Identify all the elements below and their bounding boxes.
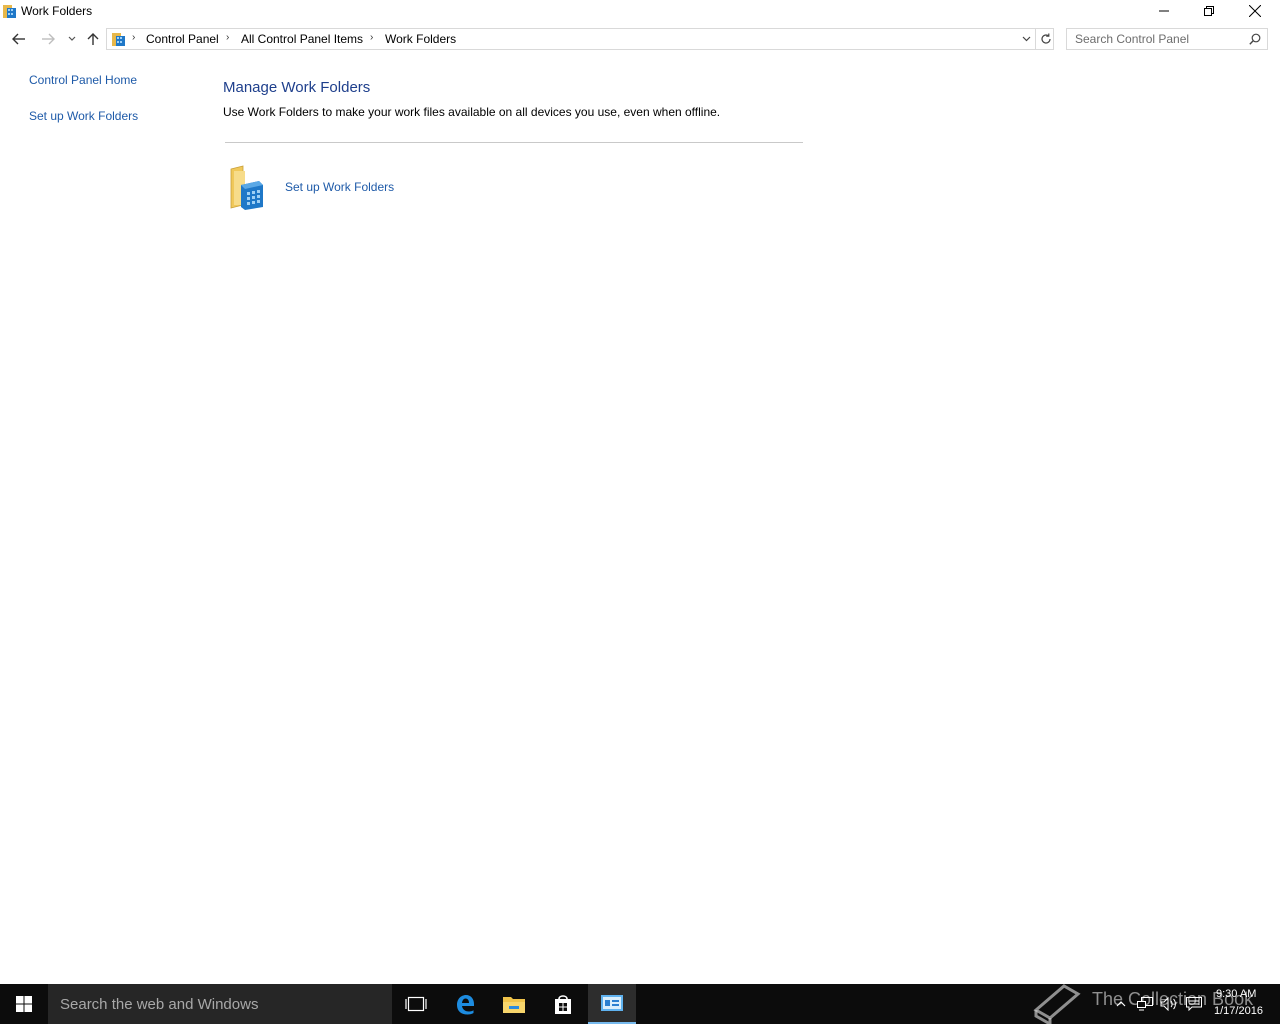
- chevron-up-icon: [1116, 1001, 1126, 1007]
- watermark-book-icon: [1033, 984, 1081, 1024]
- action-center-button[interactable]: [1185, 996, 1203, 1012]
- breadcrumb-control-panel[interactable]: Control Panel: [146, 32, 219, 46]
- task-view-button[interactable]: [392, 984, 440, 1024]
- up-arrow-icon: [87, 33, 99, 45]
- clock-date[interactable]: 1/17/2016: [1214, 1005, 1263, 1017]
- minimize-button[interactable]: [1141, 0, 1187, 22]
- network-icon: [1137, 997, 1153, 1011]
- restore-button[interactable]: [1186, 0, 1232, 22]
- notification-icon: [1186, 997, 1202, 1011]
- work-folders-icon: [230, 165, 263, 210]
- show-hidden-icons-button[interactable]: [1112, 996, 1130, 1012]
- recent-locations-button[interactable]: [62, 29, 82, 49]
- store-button[interactable]: [539, 984, 587, 1024]
- setup-work-folders-task-link[interactable]: Set up Work Folders: [285, 180, 394, 194]
- network-tray-button[interactable]: [1136, 996, 1154, 1012]
- page-description: Use Work Folders to make your work files…: [223, 105, 721, 119]
- taskbar-search-box[interactable]: Search the web and Windows: [48, 984, 392, 1024]
- close-button[interactable]: [1232, 0, 1278, 22]
- setup-work-folders-sidebar-link[interactable]: Set up Work Folders: [29, 109, 138, 123]
- restore-icon: [1204, 6, 1214, 16]
- task-view-icon: [405, 996, 427, 1012]
- window-title: Work Folders: [21, 4, 93, 18]
- search-box[interactable]: [1066, 28, 1268, 50]
- divider: [225, 142, 803, 143]
- file-explorer-icon: [503, 997, 525, 1013]
- work-folders-icon: [3, 5, 16, 18]
- control-panel-icon: [112, 33, 125, 46]
- volume-tray-button[interactable]: [1160, 996, 1178, 1012]
- back-button[interactable]: [9, 29, 29, 49]
- address-dropdown-button[interactable]: [1017, 29, 1035, 49]
- back-arrow-icon: [12, 33, 25, 45]
- store-icon: [555, 995, 571, 1014]
- windows-logo-icon: [16, 996, 32, 1012]
- control-panel-icon: [601, 995, 623, 1011]
- taskbar: Search the web and Windows The Collectio…: [0, 984, 1280, 1024]
- clock-time[interactable]: 9:30 AM: [1216, 988, 1256, 1000]
- breadcrumb-chevron-icon[interactable]: ›: [132, 32, 135, 43]
- chevron-down-icon: [1022, 36, 1030, 42]
- control-panel-home-link[interactable]: Control Panel Home: [29, 73, 137, 87]
- chevron-down-icon: [68, 36, 76, 41]
- search-input[interactable]: [1067, 29, 1251, 49]
- edge-button[interactable]: [441, 984, 489, 1024]
- breadcrumb-all-control-panel-items[interactable]: All Control Panel Items: [241, 32, 363, 46]
- search-icon[interactable]: [1249, 33, 1261, 45]
- volume-icon: [1160, 997, 1176, 1011]
- minimize-icon: [1159, 10, 1169, 12]
- title-bar: Work Folders: [0, 0, 1280, 24]
- breadcrumb-chevron-icon[interactable]: ›: [226, 32, 229, 43]
- page-title: Manage Work Folders: [223, 79, 371, 96]
- address-bar[interactable]: › Control Panel › All Control Panel Item…: [106, 28, 1054, 50]
- forward-arrow-icon: [42, 33, 55, 45]
- breadcrumb-work-folders[interactable]: Work Folders: [385, 32, 456, 46]
- file-explorer-button[interactable]: [490, 984, 538, 1024]
- control-panel-taskbar-button[interactable]: [588, 984, 636, 1024]
- edge-icon: [457, 995, 474, 1015]
- forward-button[interactable]: [38, 29, 58, 49]
- start-button[interactable]: [0, 984, 48, 1024]
- taskbar-search-placeholder: Search the web and Windows: [60, 996, 259, 1013]
- breadcrumb-chevron-icon[interactable]: ›: [370, 32, 373, 43]
- refresh-button[interactable]: [1035, 29, 1055, 49]
- up-button[interactable]: [83, 29, 103, 49]
- refresh-icon: [1040, 33, 1051, 44]
- close-icon: [1249, 5, 1261, 17]
